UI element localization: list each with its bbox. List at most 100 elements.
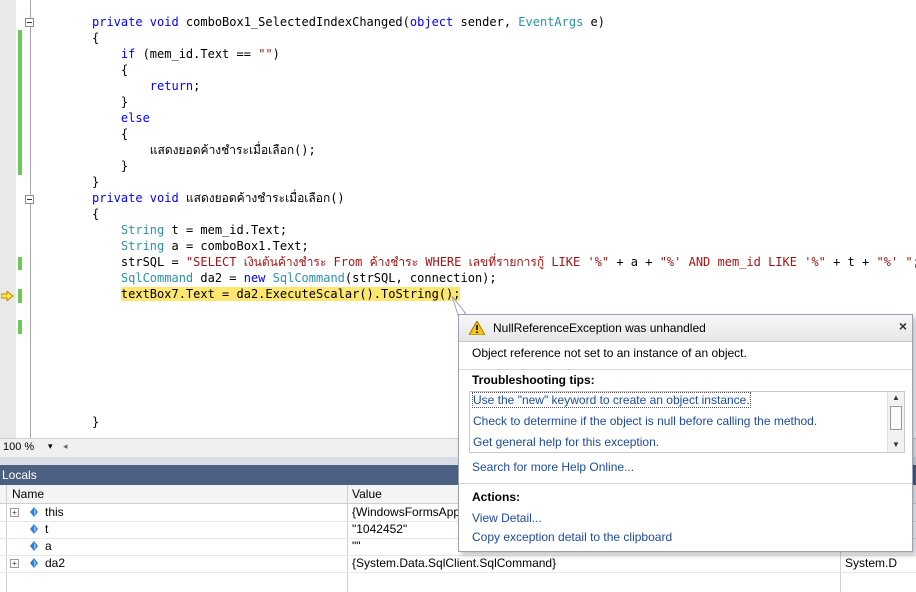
code-token: } — [92, 95, 129, 109]
divider — [459, 483, 912, 484]
chevron-down-icon[interactable]: ▾ — [48, 441, 53, 452]
tips-list[interactable]: Use the "new" keyword to create an objec… — [469, 391, 905, 453]
code-token: sender, — [453, 15, 519, 29]
column-header-name[interactable]: Name — [12, 487, 44, 501]
collapse-toggle-icon[interactable] — [25, 195, 34, 204]
variable-icon — [30, 558, 38, 568]
view-detail-link[interactable]: View Detail... — [472, 511, 542, 525]
locals-name: t — [45, 522, 49, 536]
code-line[interactable]: String t = mem_id.Text; — [92, 222, 287, 238]
tip-link[interactable]: Use the "new" keyword to create an objec… — [472, 392, 751, 408]
scroll-up-icon[interactable]: ▲ — [892, 393, 900, 402]
code-token: textBox7.Text = da2.ExecuteScalar().ToSt… — [120, 287, 461, 301]
code-token: "SELECT เงินต้นค้างชำระ From ค้างชำระ WH… — [185, 255, 610, 269]
locals-type: System.D — [845, 556, 898, 570]
code-line[interactable]: { — [92, 62, 128, 78]
code-line[interactable]: } — [92, 94, 128, 110]
code-line[interactable]: { — [92, 206, 99, 222]
code-line[interactable]: } — [92, 414, 99, 430]
code-token: if — [120, 47, 136, 61]
code-token: แสดงยอดค้างชำระเมื่อเลือก(); — [92, 143, 316, 157]
code-line[interactable]: } — [92, 158, 128, 174]
code-token: + a + — [609, 255, 660, 269]
code-line[interactable]: strSQL = "SELECT เงินต้นค้างชำระ From ค้… — [92, 254, 916, 270]
scroll-thumb[interactable] — [890, 406, 902, 430]
locals-value[interactable]: "" — [352, 539, 361, 553]
exception-assistant[interactable]: NullReferenceException was unhandled × O… — [458, 314, 913, 552]
code-token: { — [92, 127, 129, 141]
expand-icon[interactable]: + — [10, 508, 19, 517]
code-token: private void — [92, 15, 186, 29]
code-token: ) — [272, 47, 280, 61]
zoom-level[interactable]: 100 % — [3, 441, 34, 453]
code-line[interactable]: return; — [92, 78, 201, 94]
variable-icon — [30, 541, 38, 551]
code-line[interactable]: else — [92, 110, 150, 126]
search-help-link[interactable]: Search for more Help Online... — [472, 460, 634, 474]
code-line[interactable]: แสดงยอดค้างชำระเมื่อเลือก(); — [92, 142, 316, 158]
scroll-down-icon[interactable]: ▼ — [892, 440, 900, 449]
code-token: ; — [193, 79, 201, 93]
locals-name: this — [45, 505, 64, 519]
popup-pointer — [452, 296, 466, 316]
code-line[interactable]: SqlCommand da2 = new SqlCommand(strSQL, … — [92, 270, 497, 286]
actions-label: Actions: — [472, 490, 520, 504]
locals-value[interactable]: {System.Data.SqlClient.SqlCommand} — [352, 556, 556, 570]
scroll-left-icon[interactable]: ◂ — [63, 441, 68, 452]
tip-link[interactable]: Get general help for this exception. — [473, 435, 659, 449]
code-token: object — [409, 15, 454, 29]
code-token: SqlCommand — [120, 271, 194, 285]
code-token: a = comboBox1.Text; — [164, 239, 309, 253]
column-header-value[interactable]: Value — [352, 487, 382, 501]
code-line[interactable]: if (mem_id.Text == "") — [92, 46, 280, 62]
code-token: da2 = — [193, 271, 244, 285]
change-bar — [18, 257, 22, 270]
locals-value[interactable]: {WindowsFormsApp — [352, 505, 460, 519]
code-line[interactable]: { — [92, 30, 99, 46]
locals-name: a — [45, 539, 52, 553]
variable-icon — [30, 507, 38, 517]
code-token: String — [120, 239, 165, 253]
code-token: else — [120, 111, 150, 125]
code-line[interactable]: { — [92, 126, 128, 142]
code-line[interactable]: private void comboBox1_SelectedIndexChan… — [92, 14, 605, 30]
close-icon[interactable]: × — [899, 318, 907, 334]
code-line[interactable]: textBox7.Text = da2.ExecuteScalar().ToSt… — [92, 286, 461, 302]
tips-scrollbar[interactable]: ▲ ▼ — [887, 392, 904, 452]
code-token: } — [92, 159, 129, 173]
variable-icon — [30, 524, 38, 534]
breakpoint-margin[interactable] — [0, 0, 16, 438]
code-token: EventArgs — [518, 15, 584, 29]
code-token: private void — [92, 191, 186, 205]
locals-title: Locals — [2, 468, 37, 482]
code-token: (strSQL, connection); — [344, 271, 497, 285]
code-token: comboBox1_SelectedIndexChanged( — [185, 15, 410, 29]
code-token: return — [149, 79, 194, 93]
code-token: (mem_id.Text == — [135, 47, 259, 61]
code-token: } — [92, 175, 100, 189]
locals-row[interactable]: + da2 {System.Data.SqlClient.SqlCommand} Sy… — [0, 555, 916, 573]
code-line[interactable]: String a = comboBox1.Text; — [92, 238, 309, 254]
change-bar — [18, 30, 22, 175]
locals-value[interactable]: "1042452" — [352, 522, 407, 536]
warning-icon — [468, 319, 486, 338]
exception-header: NullReferenceException was unhandled × — [459, 315, 912, 342]
code-line[interactable]: private void แสดงยอดค้างชำระเมื่อเลือก() — [92, 190, 345, 206]
code-token: String — [120, 223, 165, 237]
exception-message: Object reference not set to an instance … — [472, 346, 747, 360]
tips-label: Troubleshooting tips: — [472, 373, 595, 387]
copy-detail-link[interactable]: Copy exception detail to the clipboard — [472, 530, 672, 544]
code-token: "" — [258, 47, 273, 61]
collapse-toggle-icon[interactable] — [25, 18, 34, 27]
outline-line — [30, 0, 31, 438]
code-token: SqlCommand — [272, 271, 345, 285]
change-bar — [18, 320, 22, 334]
tip-link[interactable]: Check to determine if the object is null… — [473, 414, 817, 428]
code-line[interactable]: } — [92, 174, 99, 190]
expand-icon[interactable]: + — [10, 559, 19, 568]
